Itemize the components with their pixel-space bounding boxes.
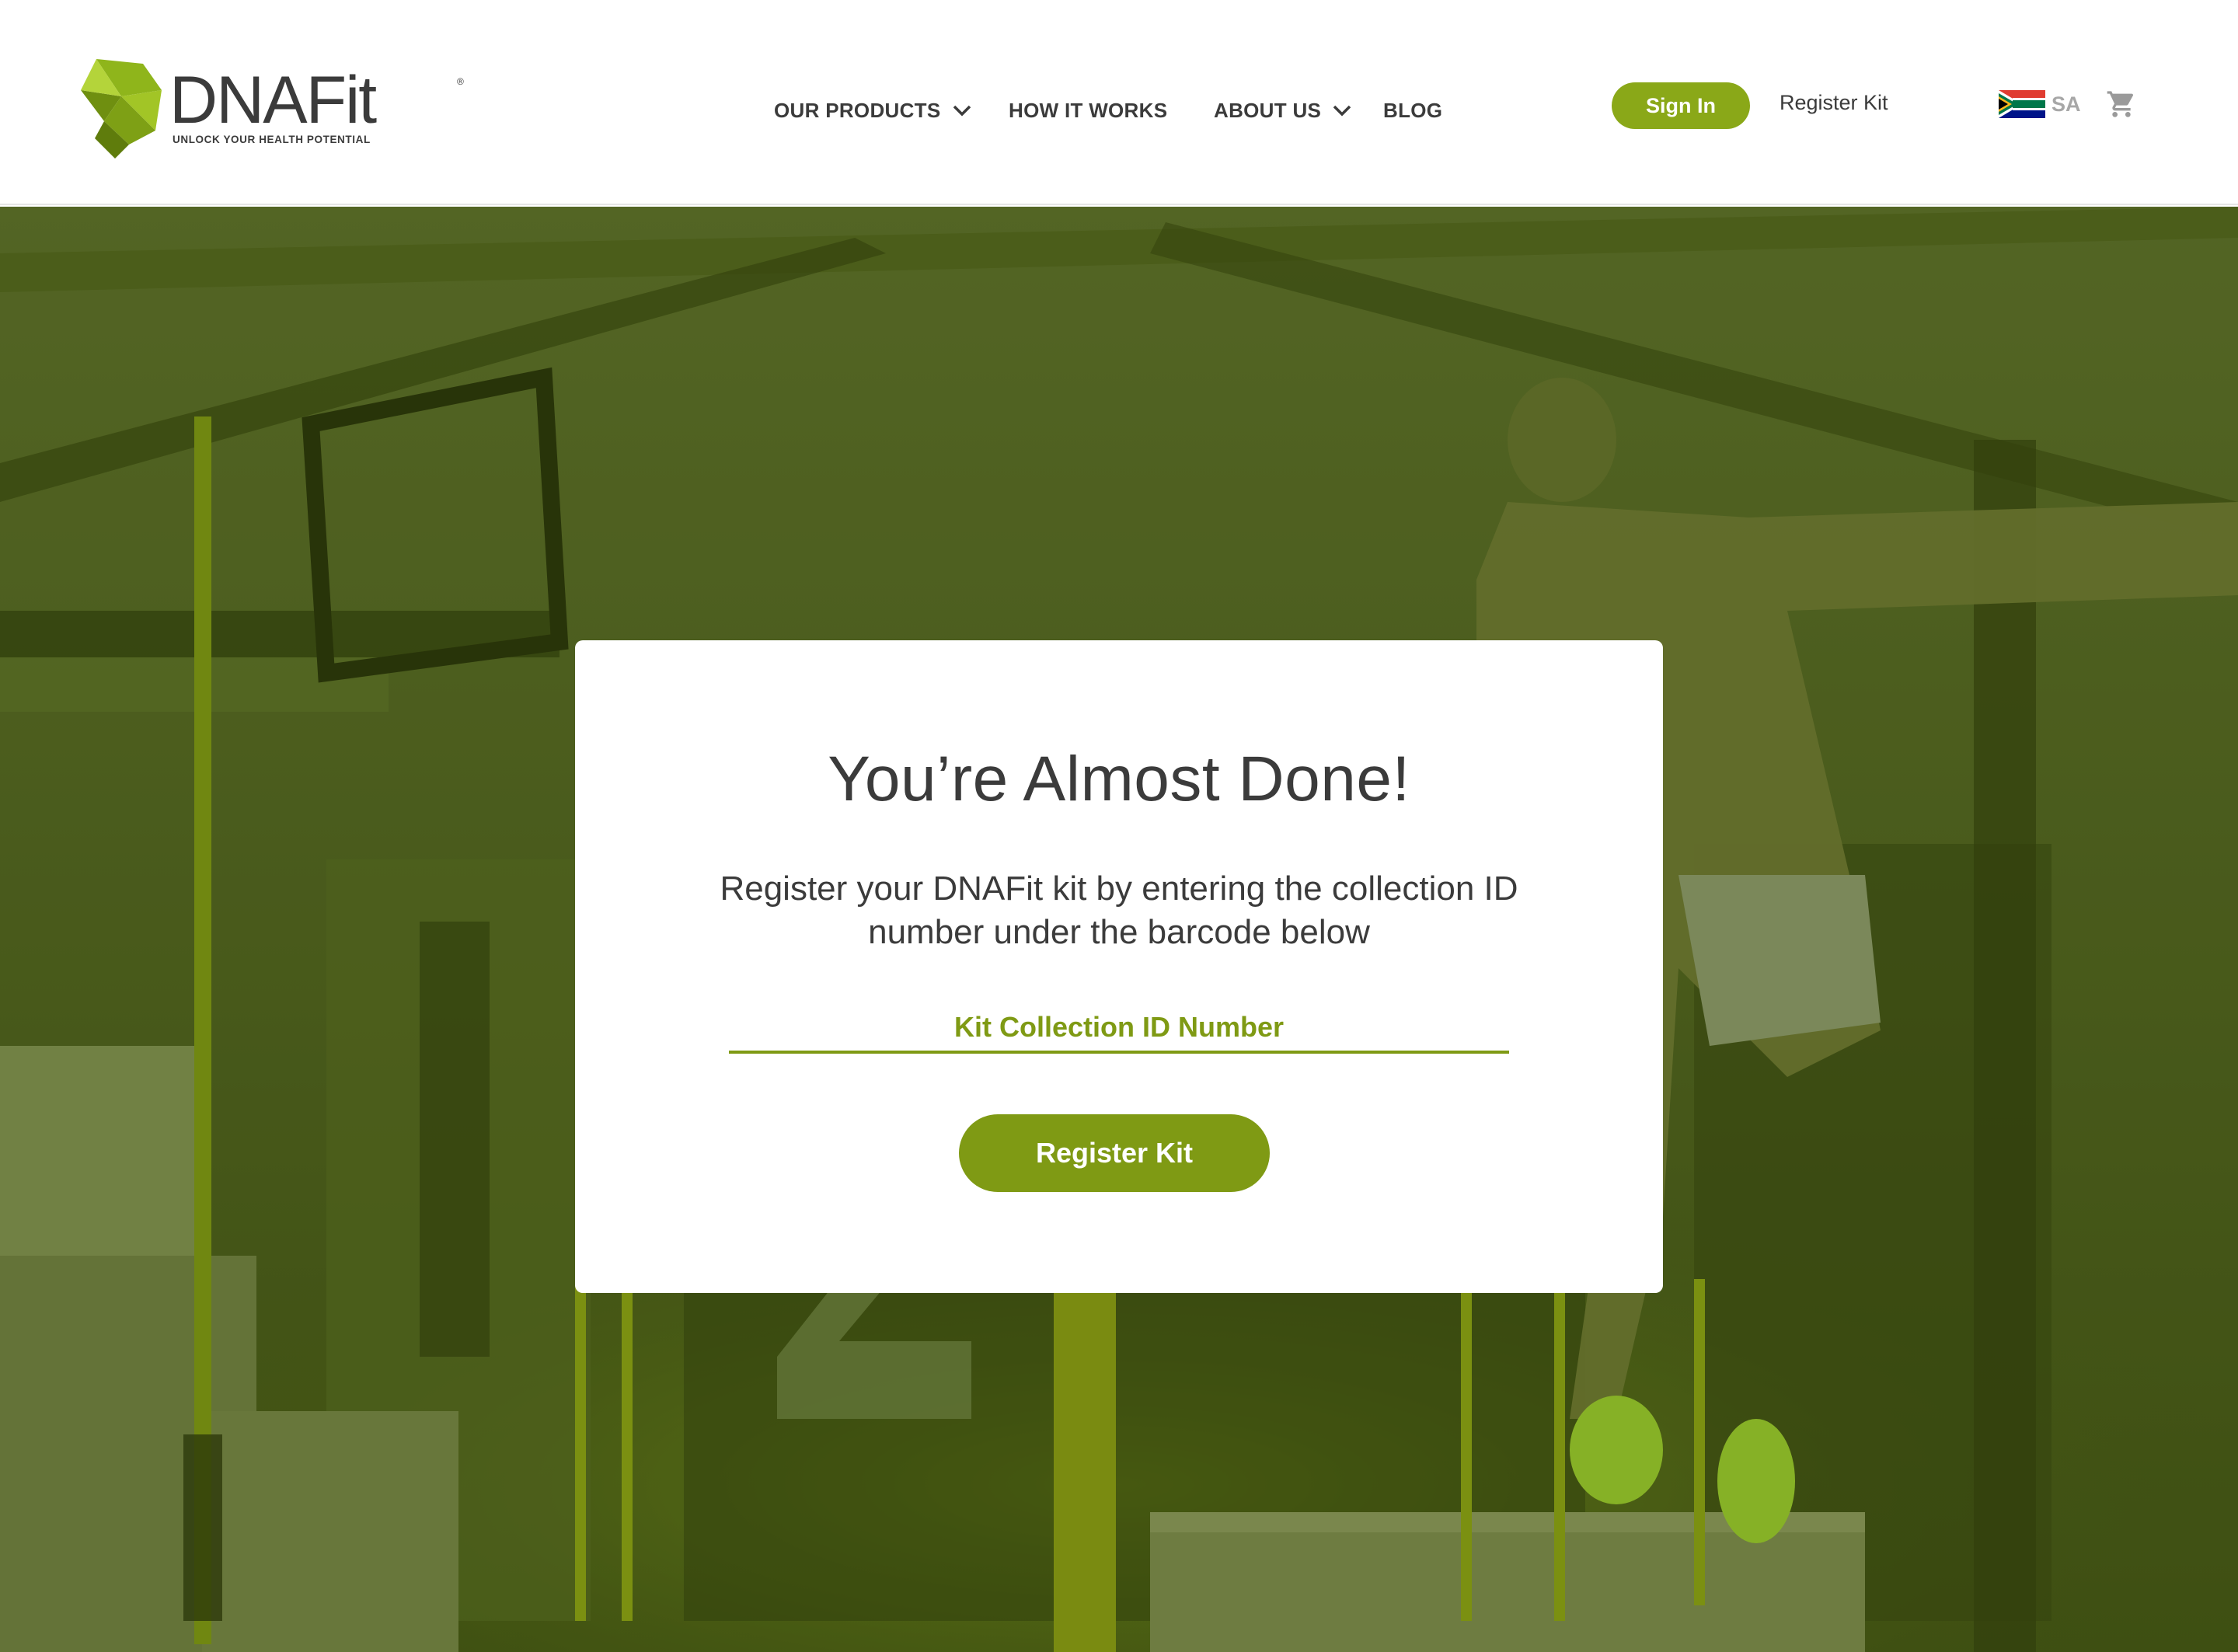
nav-item-label: OUR PRODUCTS [774, 98, 941, 122]
kit-collection-id-input[interactable] [729, 1004, 1509, 1054]
logo-wordmark: DNAFit [169, 63, 377, 138]
logo-registered-mark: ® [457, 76, 464, 87]
chevron-down-icon [1333, 105, 1351, 117]
dnafit-logo[interactable]: DNAFit ® UNLOCK YOUR HEALTH POTENTIAL [81, 59, 464, 160]
register-kit-link[interactable]: Register Kit [1780, 87, 1888, 118]
logo-tagline: UNLOCK YOUR HEALTH POTENTIAL [173, 134, 371, 145]
card-subtitle: Register your DNAFit kit by entering the… [720, 870, 1518, 951]
region-code[interactable]: SA [2052, 89, 2081, 120]
nav-item-blog[interactable]: BLOG [1383, 95, 1442, 126]
nav-item-our-products[interactable]: OUR PRODUCTS [774, 95, 972, 126]
chevron-down-icon [953, 105, 971, 117]
shopping-cart-icon[interactable] [2106, 89, 2137, 120]
nav-item-label: HOW IT WORKS [1009, 98, 1168, 122]
nav-item-label: BLOG [1383, 98, 1443, 122]
register-kit-card: You’re Almost Done! Register your DNAFit… [575, 640, 1663, 1293]
register-kit-button[interactable]: Register Kit [959, 1114, 1270, 1192]
hero-section: You’re Almost Done! Register your DNAFit… [0, 207, 2238, 1652]
nav-item-how-it-works[interactable]: HOW IT WORKS [1009, 95, 1167, 126]
south-africa-flag-icon[interactable] [1999, 90, 2045, 118]
dnafit-logo-mark-icon [81, 59, 162, 159]
nav-item-about-us[interactable]: ABOUT US [1214, 95, 1352, 126]
sign-in-button[interactable]: Sign In [1612, 82, 1750, 129]
card-title: You’re Almost Done! [828, 744, 1410, 814]
nav-item-label: ABOUT US [1214, 98, 1322, 122]
site-header: DNAFit ® UNLOCK YOUR HEALTH POTENTIAL OU… [0, 0, 2238, 205]
